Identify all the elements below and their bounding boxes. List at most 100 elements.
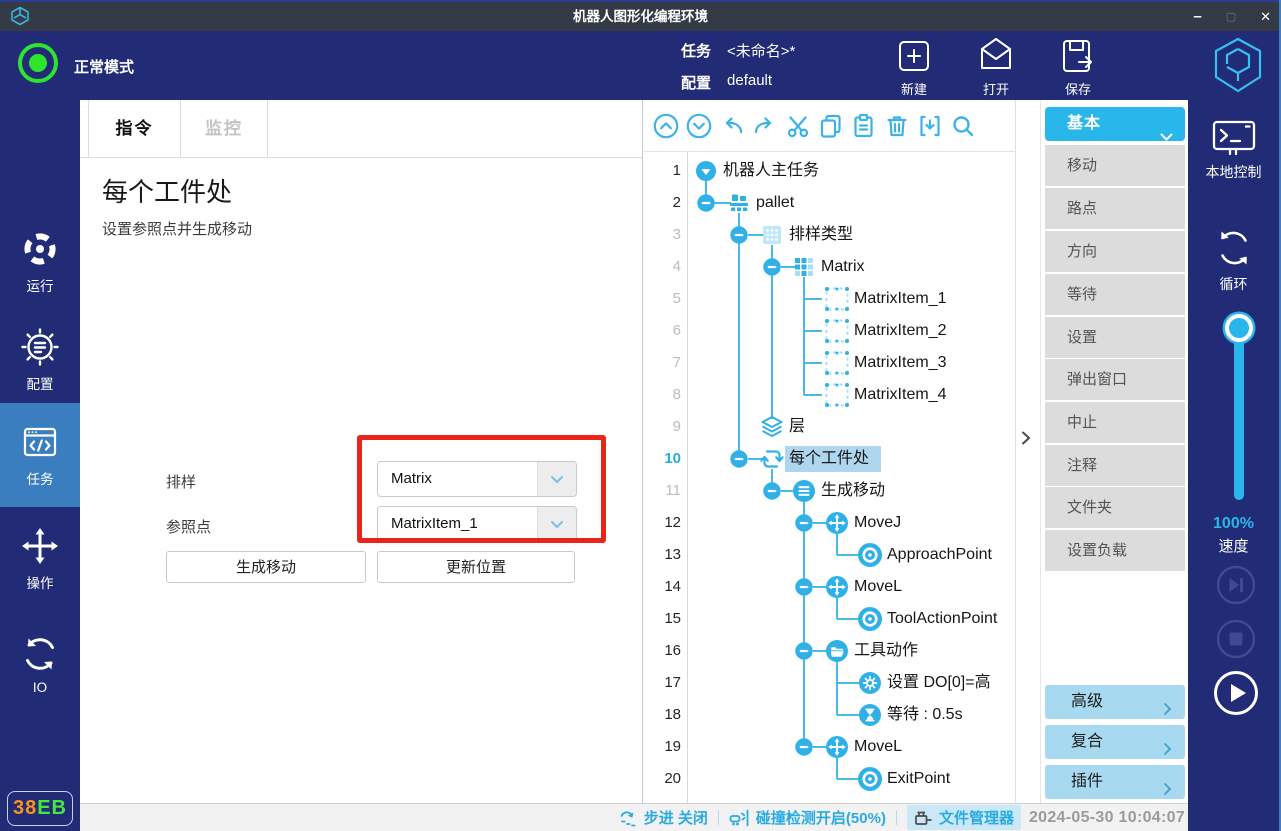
search-icon[interactable] xyxy=(950,113,976,139)
tree-row[interactable]: ApproachPoint xyxy=(887,539,992,571)
undo-icon[interactable] xyxy=(719,113,745,139)
new-file-button[interactable]: 新建 xyxy=(878,34,950,98)
paste-icon[interactable] xyxy=(851,113,877,139)
generate-move-button[interactable]: 生成移动 xyxy=(166,551,366,583)
line-number: 13 xyxy=(644,539,681,571)
redo-icon[interactable] xyxy=(752,113,778,139)
palette-item-等待[interactable]: 等待 xyxy=(1045,274,1185,315)
tree-row[interactable]: 生成移动 xyxy=(821,475,885,507)
skip-button[interactable] xyxy=(1216,565,1256,605)
palette-item-注释[interactable]: 注释 xyxy=(1045,445,1185,486)
status-separator xyxy=(896,810,897,825)
palette-item-中止[interactable]: 中止 xyxy=(1045,402,1185,443)
layers-icon xyxy=(760,416,784,439)
line-number: 11 xyxy=(644,475,681,507)
update-position-button[interactable]: 更新位置 xyxy=(377,551,575,583)
tree-row[interactable]: 工具动作 xyxy=(854,635,918,667)
chevron-down-icon xyxy=(537,507,576,541)
stop-button[interactable] xyxy=(1216,619,1256,659)
play-button[interactable] xyxy=(1213,670,1259,716)
header-action-label: 打开 xyxy=(983,79,1009,98)
collapse-icon[interactable] xyxy=(795,738,813,756)
cut-icon[interactable] xyxy=(785,113,811,139)
rightbar-tool-循环[interactable]: 循环 xyxy=(1188,226,1279,294)
palette-category-basic[interactable]: 基本 xyxy=(1045,107,1185,141)
sidebar-item-配置[interactable]: 配置 xyxy=(0,314,80,406)
tree-connector xyxy=(836,597,838,619)
line-number: 4 xyxy=(644,251,681,283)
collapse-icon[interactable] xyxy=(763,482,781,500)
tree-row[interactable]: MatrixItem_3 xyxy=(854,347,946,379)
palette-item-方向[interactable]: 方向 xyxy=(1045,231,1185,272)
collapse-icon[interactable] xyxy=(763,258,781,276)
status-item-label: 碰撞检测开启(50%) xyxy=(756,807,886,828)
tree-row[interactable]: pallet xyxy=(756,187,794,219)
insert-icon[interactable] xyxy=(917,113,943,139)
pattern-select[interactable]: Matrix xyxy=(377,461,577,497)
window-title: 机器人图形化编程环境 xyxy=(0,2,1281,31)
tree-row[interactable]: MoveJ xyxy=(854,507,901,539)
task-field: 任务 <未命名>* xyxy=(681,40,795,61)
collapse-icon[interactable] xyxy=(795,578,813,596)
minimize-button[interactable]: – xyxy=(1193,8,1201,25)
sidebar-item-IO[interactable]: IO xyxy=(0,618,80,710)
maximize-button[interactable]: ▢ xyxy=(1226,10,1236,23)
tree-row[interactable]: 等待 : 0.5s xyxy=(887,699,963,731)
close-button[interactable]: ✕ xyxy=(1260,9,1271,25)
collapse-icon[interactable] xyxy=(730,450,748,468)
sidebar-item-任务[interactable]: 任务 xyxy=(0,403,80,507)
speed-slider-thumb[interactable] xyxy=(1225,314,1253,342)
circle-down-icon[interactable] xyxy=(686,113,712,139)
mode-label: 正常模式 xyxy=(74,56,134,77)
palette-item-弹出窗口[interactable]: 弹出窗口 xyxy=(1045,359,1185,400)
open-file-button[interactable]: 打开 xyxy=(960,34,1032,98)
expander-icon[interactable] xyxy=(696,161,717,182)
collapse-icon[interactable] xyxy=(795,642,813,660)
tree-row[interactable]: 排样类型 xyxy=(789,219,853,251)
palette-item-路点[interactable]: 路点 xyxy=(1045,188,1185,229)
tree-row[interactable]: MoveL xyxy=(854,571,902,603)
speed-slider-track[interactable] xyxy=(1234,328,1244,500)
palette-item-设置负载[interactable]: 设置负载 xyxy=(1045,530,1185,571)
tree-row[interactable]: MatrixItem_1 xyxy=(854,283,946,315)
sidebar-item-操作[interactable]: 操作 xyxy=(0,513,80,605)
tab-instruction[interactable]: 指令 xyxy=(88,100,181,157)
tree-row[interactable]: 层 xyxy=(789,411,805,443)
delete-icon[interactable] xyxy=(884,113,910,139)
status-item-label: 步进 关闭 xyxy=(644,807,708,828)
grid-icon xyxy=(762,225,782,245)
tree-row[interactable]: MoveL xyxy=(854,731,902,763)
tree-row[interactable]: Matrix xyxy=(821,251,865,283)
save-file-button[interactable]: 保存 xyxy=(1042,34,1114,98)
tree-row[interactable]: ExitPoint xyxy=(887,763,950,795)
palette-group-复合[interactable]: 复合 xyxy=(1045,725,1185,759)
reference-point-select[interactable]: MatrixItem_1 xyxy=(377,506,577,542)
collapse-icon[interactable] xyxy=(730,226,748,244)
tree-row[interactable]: 机器人主任务 xyxy=(723,155,819,187)
panel-expand-toggle[interactable] xyxy=(1017,100,1040,803)
status-item-step[interactable]: 步进 关闭 xyxy=(619,807,708,828)
tab-monitor[interactable]: 监控 xyxy=(181,100,268,157)
status-separator xyxy=(718,810,719,825)
palette-group-插件[interactable]: 插件 xyxy=(1045,765,1185,799)
copy-icon[interactable] xyxy=(818,113,844,139)
line-number: 1 xyxy=(644,155,681,187)
tree-row[interactable]: ToolActionPoint xyxy=(887,603,997,635)
palette-item-设置[interactable]: 设置 xyxy=(1045,317,1185,358)
tree-row[interactable]: MatrixItem_4 xyxy=(854,379,946,411)
status-item-usb[interactable]: 文件管理器 xyxy=(907,805,1021,830)
tree-row[interactable]: MatrixItem_2 xyxy=(854,315,946,347)
palette-item-文件夹[interactable]: 文件夹 xyxy=(1045,487,1185,528)
palette-group-高级[interactable]: 高级 xyxy=(1045,685,1185,719)
hourglass-icon xyxy=(858,703,882,727)
rightbar-tool-本地控制[interactable]: 本地控制 xyxy=(1188,118,1279,182)
tree-row[interactable]: 每个工件处 xyxy=(789,443,869,475)
collapse-icon[interactable] xyxy=(697,194,715,212)
circle-up-icon[interactable] xyxy=(653,113,679,139)
tree-row[interactable]: 设置 DO[0]=高 xyxy=(887,667,991,699)
palette-item-移动[interactable]: 移动 xyxy=(1045,145,1185,186)
sidebar-item-运行[interactable]: 运行 xyxy=(0,216,80,308)
save-file-icon xyxy=(1056,34,1100,78)
status-item-collision[interactable]: 碰撞检测开启(50%) xyxy=(729,807,886,828)
collapse-icon[interactable] xyxy=(795,514,813,532)
